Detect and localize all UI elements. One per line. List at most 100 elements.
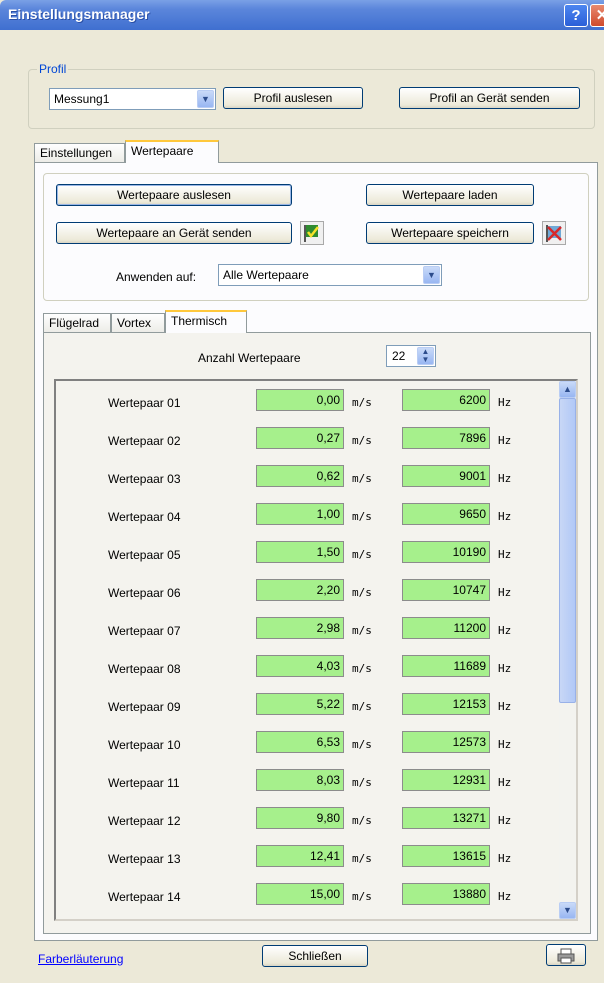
frequency-field[interactable]: 13880 [402, 883, 490, 905]
tab-fluegelrad[interactable]: Flügelrad [43, 313, 111, 333]
tab-vortex[interactable]: Vortex [111, 313, 165, 333]
frequency-unit: Hz [498, 624, 512, 637]
pair-label: Wertepaar 13 [108, 852, 181, 866]
velocity-field[interactable]: 4,03 [256, 655, 344, 677]
frequency-field[interactable]: 6200 [402, 389, 490, 411]
close-window-button[interactable]: ✕ [590, 4, 604, 27]
close-button[interactable]: Schließen [262, 945, 368, 967]
velocity-field[interactable]: 1,00 [256, 503, 344, 525]
frequency-field[interactable]: 11200 [402, 617, 490, 639]
frequency-field[interactable]: 13271 [402, 807, 490, 829]
frequency-field[interactable]: 12931 [402, 769, 490, 791]
frequency-unit: Hz [498, 510, 512, 523]
pair-label: Wertepaar 03 [108, 472, 181, 486]
pair-label: Wertepaar 14 [108, 890, 181, 904]
tab-thermisch[interactable]: Thermisch [165, 310, 247, 333]
wertepaare-group: Wertepaare auslesen Wertepaare laden Wer… [43, 173, 589, 301]
pair-label: Wertepaar 11 [108, 776, 180, 790]
frequency-field[interactable]: 9001 [402, 465, 490, 487]
table-row: Wertepaar 12 9,80 m/s 13271 Hz [56, 805, 559, 843]
vertical-scrollbar[interactable]: ▲ ▼ [559, 381, 576, 919]
title-bar[interactable]: Einstellungsmanager ? ✕ [0, 0, 604, 30]
cross-flag-icon [542, 221, 566, 245]
velocity-field[interactable]: 12,41 [256, 845, 344, 867]
apply-select-value: Alle Wertepaare [223, 268, 309, 282]
read-pairs-button[interactable]: Wertepaare auslesen [56, 184, 292, 206]
pair-label: Wertepaar 06 [108, 586, 181, 600]
velocity-field[interactable]: 2,98 [256, 617, 344, 639]
velocity-field[interactable]: 0,27 [256, 427, 344, 449]
chevron-down-icon[interactable]: ▼ [197, 90, 214, 108]
frequency-unit: Hz [498, 396, 512, 409]
frequency-unit: Hz [498, 700, 512, 713]
scroll-up-icon[interactable]: ▲ [559, 381, 576, 398]
velocity-unit: m/s [352, 814, 372, 827]
velocity-field[interactable]: 0,00 [256, 389, 344, 411]
table-row: Wertepaar 14 15,00 m/s 13880 Hz [56, 881, 559, 919]
frequency-unit: Hz [498, 662, 512, 675]
frequency-unit: Hz [498, 814, 512, 827]
count-value: 22 [392, 349, 406, 363]
velocity-field[interactable]: 6,53 [256, 731, 344, 753]
frequency-unit: Hz [498, 472, 512, 485]
read-profile-button[interactable]: Profil auslesen [223, 87, 363, 109]
velocity-unit: m/s [352, 434, 372, 447]
frequency-unit: Hz [498, 890, 512, 903]
pair-label: Wertepaar 10 [108, 738, 181, 752]
velocity-unit: m/s [352, 776, 372, 789]
printer-icon [557, 948, 575, 964]
spinner-arrows-icon[interactable]: ▲ ▼ [417, 347, 434, 365]
settings-window: Einstellungsmanager ? ✕ Profil Messung1 … [0, 0, 604, 983]
save-pairs-button[interactable]: Wertepaare speichern [366, 222, 534, 244]
scroll-down-icon[interactable]: ▼ [559, 902, 576, 919]
frequency-unit: Hz [498, 548, 512, 561]
velocity-field[interactable]: 15,00 [256, 883, 344, 905]
frequency-unit: Hz [498, 434, 512, 447]
profile-select[interactable]: Messung1 ▼ [49, 88, 216, 110]
frequency-field[interactable]: 10747 [402, 579, 490, 601]
velocity-field[interactable]: 1,50 [256, 541, 344, 563]
frequency-field[interactable]: 12573 [402, 731, 490, 753]
velocity-unit: m/s [352, 890, 372, 903]
pair-label: Wertepaar 02 [108, 434, 181, 448]
print-button[interactable] [546, 944, 586, 966]
send-profile-button[interactable]: Profil an Gerät senden [399, 87, 580, 109]
frequency-field[interactable]: 13615 [402, 845, 490, 867]
load-pairs-button[interactable]: Wertepaare laden [366, 184, 534, 206]
scroll-thumb[interactable] [559, 398, 576, 703]
velocity-unit: m/s [352, 852, 372, 865]
apply-select[interactable]: Alle Wertepaare ▼ [218, 264, 442, 286]
thermisch-tabpage: Anzahl Wertepaare 22 ▲ ▼ Wertepaar 01 0,00… [43, 332, 591, 934]
tab-wertepaare[interactable]: Wertepaare [125, 140, 219, 163]
velocity-field[interactable]: 0,62 [256, 465, 344, 487]
pair-label: Wertepaar 12 [108, 814, 181, 828]
velocity-field[interactable]: 5,22 [256, 693, 344, 715]
profile-select-value: Messung1 [54, 92, 110, 106]
table-row: Wertepaar 02 0,27 m/s 7896 Hz [56, 425, 559, 463]
tab-einstellungen[interactable]: Einstellungen [34, 143, 125, 163]
velocity-field[interactable]: 9,80 [256, 807, 344, 829]
wertepaare-tabpage: Wertepaare auslesen Wertepaare laden Wer… [34, 162, 598, 941]
velocity-field[interactable]: 2,20 [256, 579, 344, 601]
profile-group: Profil Messung1 ▼ Profil auslesen Profil… [28, 62, 595, 129]
velocity-field[interactable]: 8,03 [256, 769, 344, 791]
color-legend-link[interactable]: Farberläuterung [38, 952, 123, 966]
velocity-unit: m/s [352, 738, 372, 751]
apply-label: Anwenden auf: [116, 270, 197, 284]
pair-label: Wertepaar 05 [108, 548, 181, 562]
count-label: Anzahl Wertepaare [198, 351, 301, 365]
count-spinner[interactable]: 22 ▲ ▼ [386, 345, 436, 367]
table-row: Wertepaar 05 1,50 m/s 10190 Hz [56, 539, 559, 577]
velocity-unit: m/s [352, 396, 372, 409]
table-row: Wertepaar 09 5,22 m/s 12153 Hz [56, 691, 559, 729]
table-row: Wertepaar 07 2,98 m/s 11200 Hz [56, 615, 559, 653]
pairs-list[interactable]: Wertepaar 01 0,00 m/s 6200 Hz Wertepaar 02 0,2… [54, 379, 578, 921]
frequency-field[interactable]: 9650 [402, 503, 490, 525]
help-button[interactable]: ? [564, 4, 588, 27]
chevron-down-icon[interactable]: ▼ [423, 266, 440, 284]
frequency-field[interactable]: 10190 [402, 541, 490, 563]
frequency-field[interactable]: 11689 [402, 655, 490, 677]
frequency-field[interactable]: 7896 [402, 427, 490, 449]
send-pairs-button[interactable]: Wertepaare an Gerät senden [56, 222, 292, 244]
frequency-field[interactable]: 12153 [402, 693, 490, 715]
